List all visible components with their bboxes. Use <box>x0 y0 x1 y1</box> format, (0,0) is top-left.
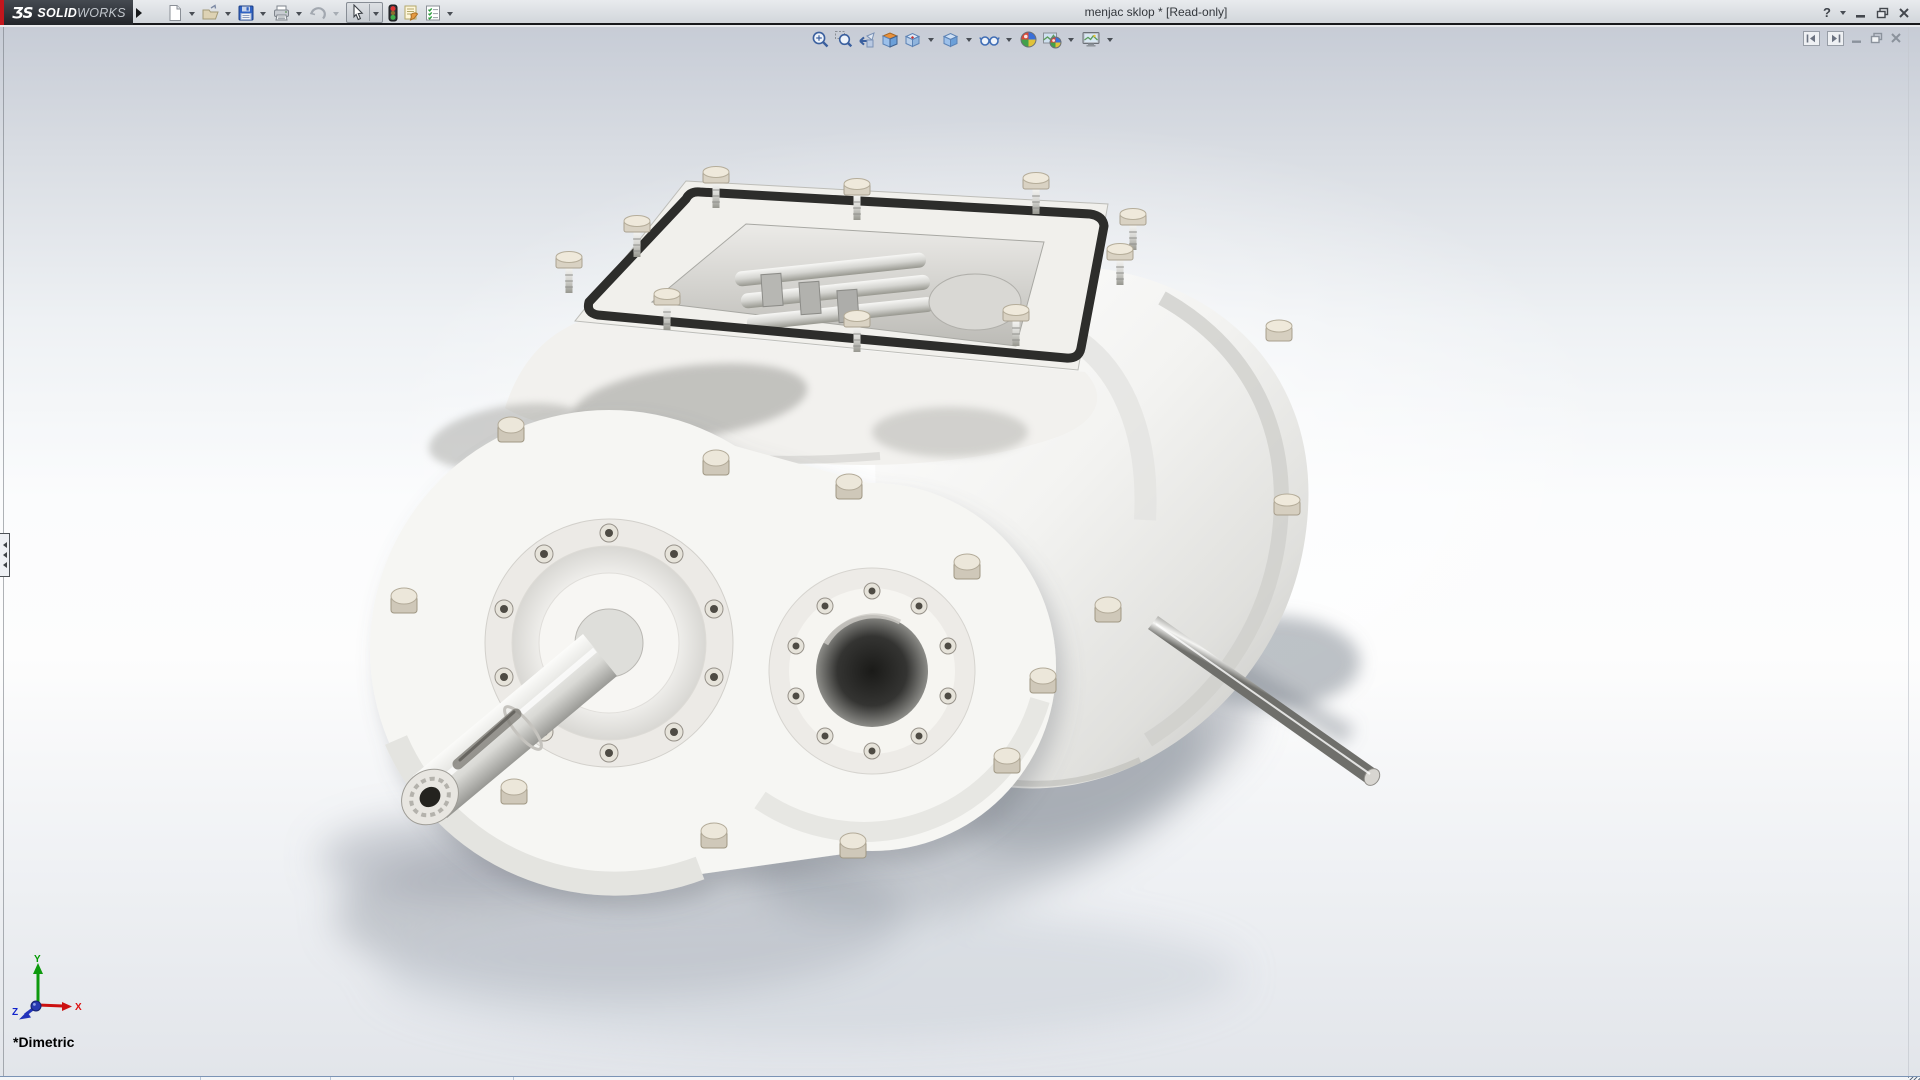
section-view-icon <box>880 30 899 49</box>
reference-triad: Y X Z <box>8 953 92 1027</box>
apply-scene-icon <box>1042 30 1062 49</box>
save-icon <box>237 4 255 22</box>
print-dropdown-arrow[interactable] <box>296 12 302 16</box>
undo-icon <box>308 4 328 22</box>
pane-collapse-right-icon <box>1830 34 1841 43</box>
previous-view-button[interactable] <box>856 29 877 49</box>
gearbox-model[interactable] <box>0 27 1920 1076</box>
view-orientation-dropdown-arrow[interactable] <box>928 38 934 42</box>
apply-scene-dropdown-arrow[interactable] <box>1068 38 1074 42</box>
brand-accent-stripe <box>0 0 4 25</box>
titlebar: ƷS SOLIDWORKS <box>0 0 1920 25</box>
hide-show-items-button[interactable] <box>978 29 1001 49</box>
rebuild-traffic-light-icon <box>387 4 399 22</box>
app-restore-button[interactable] <box>1876 7 1889 19</box>
print-icon <box>272 4 291 22</box>
collapsed-panel-tab[interactable] <box>0 533 10 577</box>
select-tool-button[interactable] <box>349 2 367 24</box>
brand-name-light: WORKS <box>77 6 126 20</box>
triad-y-label: Y <box>34 954 41 965</box>
document-title: menjac sklop * [Read-only] <box>1085 0 1228 25</box>
solidworks-logo-glyph: ƷS <box>12 4 32 22</box>
collapse-arrow-icon <box>3 562 7 568</box>
options-button[interactable] <box>423 2 443 24</box>
app-window-controls: ? <box>1823 0 1910 25</box>
zoom-to-fit-icon <box>811 30 830 49</box>
right-hub-open-bore[interactable] <box>769 568 975 774</box>
zoom-to-area-button[interactable] <box>833 29 854 49</box>
brand-name-bold: SOLID <box>37 6 77 20</box>
display-style-icon <box>941 30 960 49</box>
doc-minimize-button[interactable] <box>1851 32 1863 44</box>
save-button[interactable] <box>236 2 256 24</box>
edit-appearance-button[interactable] <box>1018 29 1039 49</box>
menu-flyout-arrow[interactable] <box>136 6 146 19</box>
graphics-viewport[interactable] <box>0 27 1920 1076</box>
select-dropdown-arrow[interactable] <box>373 12 379 16</box>
section-view-button[interactable] <box>879 29 900 49</box>
triad-origin <box>31 1001 41 1011</box>
undo-dropdown-arrow[interactable] <box>333 12 339 16</box>
triad-z-label: Z <box>12 1007 18 1018</box>
open-dropdown-arrow[interactable] <box>225 12 231 16</box>
view-settings-dropdown-arrow[interactable] <box>1107 38 1113 42</box>
undo-button[interactable] <box>307 2 329 24</box>
help-dropdown-arrow[interactable] <box>1840 11 1846 15</box>
file-properties-icon <box>402 4 421 22</box>
display-style-dropdown-arrow[interactable] <box>966 38 972 42</box>
apply-scene-button[interactable] <box>1041 29 1063 49</box>
x-axis-arrow <box>62 1002 72 1011</box>
solidworks-logo: ƷS SOLIDWORKS <box>0 0 133 25</box>
flyout-arrow-icon <box>136 8 142 18</box>
new-document-button[interactable] <box>165 2 185 24</box>
print-button[interactable] <box>271 2 292 24</box>
zoom-to-fit-button[interactable] <box>810 29 831 49</box>
zoom-to-area-icon <box>834 30 853 49</box>
select-group-separator <box>369 4 370 21</box>
window-right-border <box>1908 27 1909 1076</box>
housing-end-bolt[interactable] <box>1266 320 1292 341</box>
view-settings-button[interactable] <box>1080 29 1102 49</box>
help-button[interactable]: ? <box>1823 0 1831 25</box>
edit-appearance-icon <box>1019 30 1038 49</box>
pane-collapse-left-button[interactable] <box>1803 31 1820 46</box>
statusbar <box>0 1076 1920 1080</box>
save-dropdown-arrow[interactable] <box>260 12 266 16</box>
view-orientation-button[interactable] <box>902 29 923 49</box>
hide-show-items-icon <box>979 30 1000 49</box>
doc-close-button[interactable] <box>1890 32 1902 44</box>
view-orientation-label: *Dimetric <box>13 1034 74 1050</box>
view-settings-icon <box>1081 30 1101 49</box>
housing-end-bolt[interactable] <box>1274 494 1300 515</box>
new-document-icon <box>166 4 184 22</box>
collapse-arrow-icon <box>3 552 7 558</box>
main-toolbar <box>165 1 457 24</box>
new-dropdown-arrow[interactable] <box>189 12 195 16</box>
options-dropdown-arrow[interactable] <box>447 12 453 16</box>
heads-up-view-toolbar <box>810 29 1117 49</box>
open-icon <box>201 4 220 22</box>
select-cursor-icon <box>350 4 366 21</box>
triad-x-label: X <box>75 1002 82 1013</box>
display-style-button[interactable] <box>940 29 961 49</box>
doc-restore-button[interactable] <box>1870 32 1883 44</box>
previous-view-icon <box>857 30 876 49</box>
options-icon <box>424 4 442 22</box>
select-tool-group <box>346 2 383 23</box>
open-button[interactable] <box>200 2 221 24</box>
view-orientation-icon <box>903 30 922 49</box>
file-properties-button[interactable] <box>401 2 422 24</box>
document-window-controls <box>1803 30 1902 46</box>
pane-collapse-right-button[interactable] <box>1827 31 1844 46</box>
hide-show-dropdown-arrow[interactable] <box>1006 38 1012 42</box>
app-minimize-button[interactable] <box>1855 7 1867 19</box>
pane-collapse-left-icon <box>1806 34 1817 43</box>
rebuild-button[interactable] <box>386 2 400 24</box>
collapse-arrow-icon <box>3 542 7 548</box>
app-close-button[interactable] <box>1898 7 1910 19</box>
